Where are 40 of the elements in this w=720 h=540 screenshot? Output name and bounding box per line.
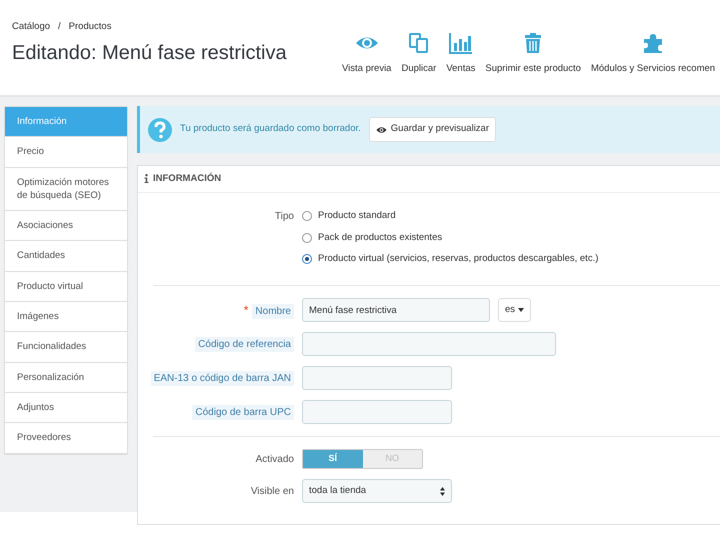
required-asterisk: * bbox=[244, 303, 248, 317]
radio-button[interactable] bbox=[302, 254, 312, 264]
field-label: Activado bbox=[256, 454, 294, 464]
puzzle-icon bbox=[641, 32, 665, 54]
panel-heading: INFORMACIÓN bbox=[138, 166, 720, 194]
field-label: Código de referencia bbox=[195, 336, 294, 352]
field-label: Nombre bbox=[252, 304, 294, 319]
field-label: Visible en bbox=[250, 486, 294, 496]
radio-label: Pack de productos existentes bbox=[318, 230, 442, 244]
select-field[interactable]: toda la tienda bbox=[302, 479, 452, 503]
copy-icon bbox=[406, 32, 431, 54]
save-preview-button[interactable]: Guardar y previsualizar bbox=[368, 117, 496, 142]
caret-icon bbox=[518, 308, 524, 312]
text-field[interactable] bbox=[302, 366, 452, 390]
toolbar-button[interactable]: Suprimir este producto bbox=[481, 32, 585, 76]
toolbar-button[interactable]: Vista previa bbox=[338, 32, 396, 76]
radio-button[interactable] bbox=[302, 211, 312, 222]
page-title: Editando: Menú fase restrictiva bbox=[12, 41, 288, 66]
breadcrumb-current: Productos bbox=[68, 21, 112, 32]
language-dropdown[interactable]: es bbox=[498, 298, 532, 322]
field-label: Tipo bbox=[274, 211, 294, 222]
radio-label: Producto virtual (servicios, reservas, productos descargables, etc.) bbox=[318, 252, 598, 266]
alert-message: Tu producto será guardado como borrador. bbox=[180, 122, 361, 136]
sort-icon bbox=[440, 486, 445, 496]
field-label: EAN-13 o código de barra JAN bbox=[150, 370, 294, 386]
bar-chart-icon bbox=[448, 32, 473, 54]
breadcrumb-separator: / bbox=[58, 21, 61, 32]
field-label: Código de barra UPC bbox=[192, 404, 294, 420]
text-field[interactable]: Menú fase restrictiva bbox=[302, 298, 490, 322]
radio-button[interactable] bbox=[302, 232, 312, 243]
text-field[interactable] bbox=[302, 400, 452, 424]
text-field[interactable] bbox=[302, 332, 556, 356]
toolbar-button[interactable]: Módulos y Servicios recomen bbox=[586, 32, 720, 76]
toolbar-button[interactable]: Duplicar bbox=[397, 32, 440, 76]
radio-label: Producto standard bbox=[318, 209, 396, 224]
breadcrumb-link[interactable]: Catálogo bbox=[12, 21, 50, 32]
eye-icon bbox=[376, 126, 387, 134]
help-icon bbox=[148, 118, 172, 142]
info-icon bbox=[144, 174, 149, 183]
toolbar-button[interactable]: Ventas bbox=[442, 32, 480, 76]
